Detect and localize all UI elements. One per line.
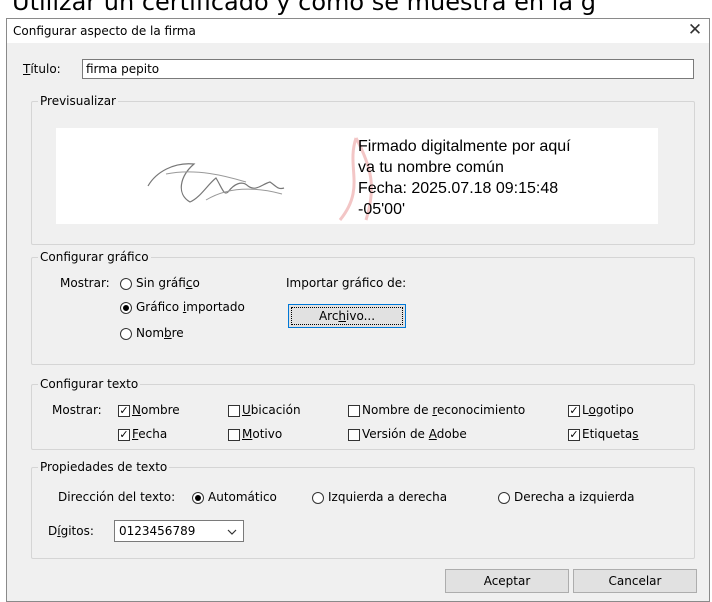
radio-no-graphic-label[interactable]: Sin gráfico <box>136 276 200 290</box>
text-show-label: Mostrar: <box>52 403 102 417</box>
radio-imported-graphic-circle[interactable] <box>120 302 132 314</box>
check-logo-label[interactable]: Logotipo <box>582 403 634 417</box>
check-adobe-version-box[interactable] <box>348 429 360 441</box>
text-props-group-title: Propiedades de texto <box>38 460 170 474</box>
preview-text: Firmado digitalmente por aquí va tu nomb… <box>358 136 571 220</box>
check-labels-box[interactable]: ✓ <box>568 429 580 441</box>
check-labels-label[interactable]: Etiquetas <box>582 427 639 441</box>
check-date-label[interactable]: Fecha <box>132 427 167 441</box>
text-group-title: Configurar texto <box>38 377 141 391</box>
radio-direction-auto-label[interactable]: Automático <box>208 490 277 504</box>
preview-group-title: Previsualizar <box>38 94 118 108</box>
radio-no-graphic-circle[interactable] <box>120 278 132 290</box>
check-name-label[interactable]: Nombre <box>132 403 180 417</box>
digits-select-value: 0123456789 <box>119 524 196 538</box>
dialog-title: Configurar aspecto de la firma <box>13 24 196 38</box>
direction-label: Dirección del texto: <box>58 490 176 504</box>
cancel-button[interactable]: Cancelar <box>573 569 697 593</box>
radio-direction-rtl-circle[interactable] <box>498 492 510 504</box>
check-distinguished-name-label[interactable]: Nombre de reconocimiento <box>362 403 525 417</box>
preview-line-3: Fecha: 2025.07.18 09:15:48 <box>358 180 559 197</box>
background-page-text: Utilizar un certificado y como se muestr… <box>12 0 596 16</box>
dialog-titlebar: Configurar aspecto de la firma ✕ <box>7 19 709 43</box>
text-config-group: Configurar texto Mostrar: ✓ Nombre Ubica… <box>31 377 695 450</box>
preview-line-2: va tu nombre común <box>358 159 504 176</box>
radio-direction-auto-circle[interactable] <box>192 492 204 504</box>
title-label: Título: <box>23 62 61 76</box>
radio-direction-ltr-circle[interactable] <box>312 492 324 504</box>
digits-label: Dígitos: <box>48 524 94 538</box>
file-button-focus-ring <box>291 307 403 325</box>
radio-name-circle[interactable] <box>120 328 132 340</box>
check-location-box[interactable] <box>228 405 240 417</box>
title-label-text: ítulo: <box>30 62 61 76</box>
import-graphic-label: Importar gráfico de: <box>286 276 407 290</box>
signature-preview: Firmado digitalmente por aquí va tu nomb… <box>56 128 658 224</box>
check-location-label[interactable]: Ubicación <box>242 403 301 417</box>
radio-direction-rtl-label[interactable]: Derecha a izquierda <box>514 490 634 504</box>
preview-group: Previsualizar Firmado digitalmente por a… <box>31 94 695 245</box>
preview-line-1: Firmado digitalmente por aquí <box>358 138 571 155</box>
check-logo-box[interactable]: ✓ <box>568 405 580 417</box>
check-reason-box[interactable] <box>228 429 240 441</box>
title-input[interactable]: firma pepito <box>82 59 694 79</box>
check-name-box[interactable]: ✓ <box>118 405 130 417</box>
accept-button[interactable]: Aceptar <box>445 569 569 593</box>
radio-imported-graphic-label[interactable]: Gráfico importado <box>136 300 245 314</box>
graphic-config-group: Configurar gráfico Mostrar: Sin gráfico … <box>31 250 695 365</box>
chevron-down-icon <box>227 529 237 535</box>
close-icon[interactable]: ✕ <box>685 20 705 40</box>
graphic-show-label: Mostrar: <box>60 276 110 290</box>
signature-appearance-dialog: Configurar aspecto de la firma ✕ Título:… <box>6 18 710 602</box>
check-distinguished-name-box[interactable] <box>348 405 360 417</box>
file-button[interactable]: Archivo... <box>288 304 406 328</box>
text-properties-group: Propiedades de texto Dirección del texto… <box>31 460 695 559</box>
graphic-group-title: Configurar gráfico <box>38 250 151 264</box>
digits-select[interactable]: 0123456789 <box>114 520 244 542</box>
radio-name-label[interactable]: Nombre <box>136 326 184 340</box>
signature-stroke-1 <box>147 163 285 203</box>
check-reason-label[interactable]: Motivo <box>242 427 282 441</box>
preview-line-4: -05'00' <box>358 201 406 218</box>
check-adobe-version-label[interactable]: Versión de Adobe <box>362 427 467 441</box>
radio-direction-ltr-label[interactable]: Izquierda a derecha <box>328 490 447 504</box>
check-date-box[interactable]: ✓ <box>118 429 130 441</box>
